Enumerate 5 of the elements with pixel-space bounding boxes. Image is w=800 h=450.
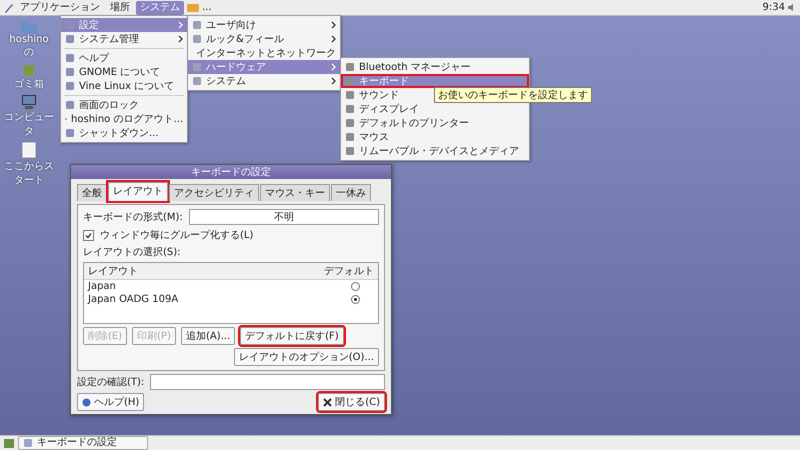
field-label: キーボードの形式(M): bbox=[83, 210, 183, 224]
tooltip: お使いのキーボードを設定します bbox=[434, 87, 592, 103]
section-label: レイアウトの選択(S): bbox=[83, 246, 182, 259]
field-label: 設定の確認(T): bbox=[77, 376, 144, 389]
window-title: キーボードの設定 bbox=[191, 166, 271, 179]
